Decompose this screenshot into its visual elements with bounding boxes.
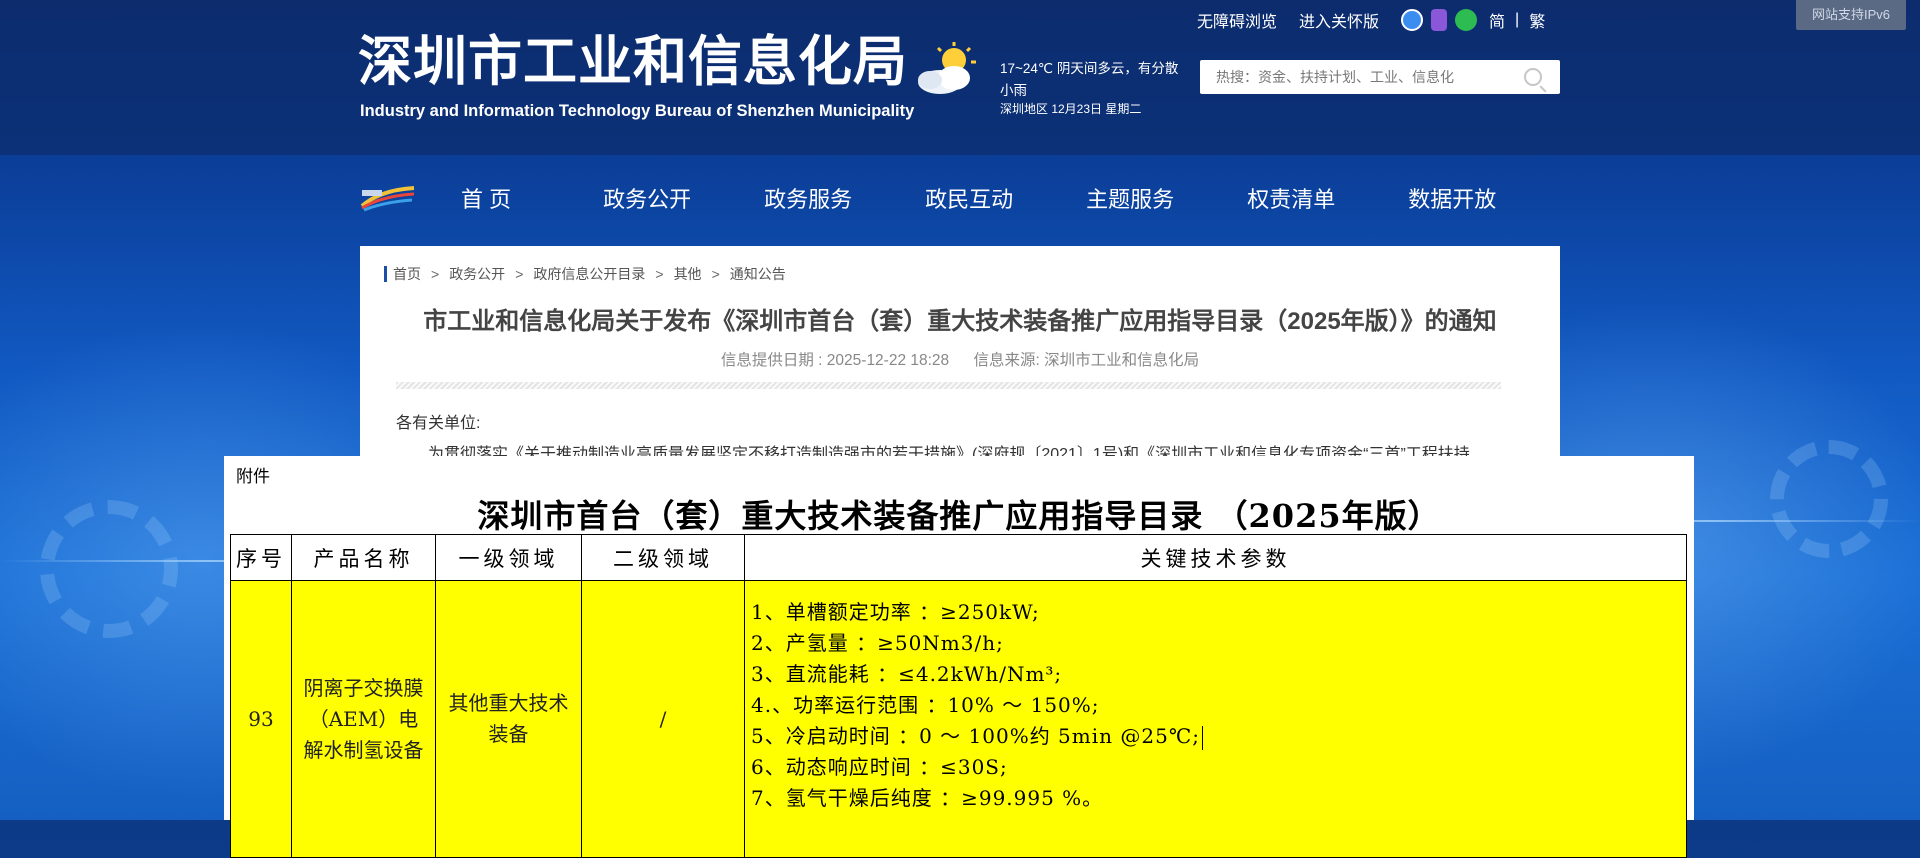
article-greeting: 各有关单位: [396,415,481,432]
breadcrumb-separator: > [431,266,440,282]
cloudy-sun-icon [918,42,976,94]
article-source: 信息来源: 深圳市工业和信息化局 [973,352,1200,369]
nav-home[interactable]: 首 页 [461,182,511,214]
param-line: 6、动态响应时间 ：≤30S; [751,755,1008,779]
attachment-document: 附件 深圳市首台（套）重大技术装备推广应用指导目录 （2025年版） 序号 产品… [224,456,1694,858]
nav-open-data[interactable]: 数据开放 [1408,182,1496,214]
cell-level1: 其他重大技术装备 [435,580,582,858]
column-header-level2: 二级领域 [581,534,745,581]
param-text: 5、冷启动时间 ：0 ～ 100%约 5min @25℃; [751,724,1200,748]
nav-government-services[interactable]: 政务服务 [764,182,852,214]
article-panel: 首页 > 政务公开 > 政府信息公开目录 > 其他 > 通知公告 市工业和信息化… [360,246,1560,466]
site-header: 网站支持IPv6 无障碍浏览 进入关怀版 简 | 繁 深圳市工业和信息化局 In… [0,0,1920,155]
param-line: 2、产氢量 ：≥50Nm3/h; [751,631,1004,655]
weather-date: 深圳地区 12月23日 星期二 [1000,102,1142,116]
top-links: 无障碍浏览 进入关怀版 简 | 繁 [1197,8,1545,32]
breadcrumb-separator: > [655,266,664,282]
weather-text: 17~24℃ 阴天间多云，有分散 [1000,61,1179,76]
title-divider [396,382,1501,389]
column-header-params: 关键技术参数 [744,534,1687,581]
cell-params[interactable]: 1、单槽额定功率 ：≥250kW; 2、产氢量 ：≥50Nm3/h; 3、直流能… [744,580,1687,858]
wechat-icon[interactable] [1455,9,1478,31]
lang-simplified[interactable]: 简 [1489,8,1505,32]
param-line: 7、氢气干燥后纯度 ：≥99.995 %。 [751,786,1104,810]
param-line: 3、直流能耗 ：≤4.2kWh/Nm³; [751,662,1063,686]
column-header-level1: 一级领域 [435,534,582,581]
nav-theme-services[interactable]: 主题服务 [1086,182,1174,214]
cell-index: 93 [230,580,292,858]
article-meta: 信息提供日期 : 2025-12-22 18:28 信息来源: 深圳市工业和信息… [360,348,1560,370]
breadcrumb-separator: > [515,266,524,282]
cell-product: 阴离子交换膜（AEM）电解水制氢设备 [291,580,436,858]
search-box [1200,60,1560,94]
nav-public-interaction[interactable]: 政民互动 [925,182,1013,214]
table-row: 93 阴离子交换膜（AEM）电解水制氢设备 其他重大技术装备 / 1、单槽额定功… [230,580,1687,858]
nav-power-list[interactable]: 权责清单 [1247,182,1335,214]
nav-government-affairs[interactable]: 政务公开 [603,182,691,214]
main-nav: 首 页 政务公开 政务服务 政民互动 主题服务 权责清单 数据开放 [360,172,1560,224]
search-icon[interactable] [1524,68,1542,86]
article-date: 信息提供日期 : 2025-12-22 18:28 [720,352,950,369]
cell-level2: / [581,580,745,858]
search-input[interactable] [1200,60,1506,94]
param-line: 1、单槽额定功率 ：≥250kW; [751,600,1040,624]
site-logo-icon[interactable] [360,184,416,212]
param-line: 4.、功率运行范围 ：10% ～ 150%; [751,693,1100,717]
breadcrumb-separator: > [711,266,720,282]
accessibility-link[interactable]: 无障碍浏览 [1197,8,1277,32]
catalog-table: 序号 产品名称 一级领域 二级领域 关键技术参数 93 阴离子交换膜（AEM）电… [230,534,1687,858]
breadcrumb-disclosure-catalog[interactable]: 政府信息公开目录 [533,264,645,284]
column-header-product: 产品名称 [291,534,436,581]
breadcrumb-notices[interactable]: 通知公告 [730,264,786,284]
ipv6-badge: 网站支持IPv6 [1796,0,1906,30]
breadcrumb-government-affairs[interactable]: 政务公开 [449,264,505,284]
table-header-row: 序号 产品名称 一级领域 二级领域 关键技术参数 [230,534,1687,581]
column-header-index: 序号 [230,534,292,581]
mobile-icon[interactable] [1431,9,1448,31]
site-title[interactable]: 深圳市工业和信息化局 [358,30,908,94]
attachment-title: 深圳市首台（套）重大技术装备推广应用指导目录 （2025年版） [477,497,1441,535]
weather-text-cont: 小雨 [1000,83,1027,98]
breadcrumb-other[interactable]: 其他 [674,264,702,284]
param-line-with-cursor: 5、冷启动时间 ：0 ～ 100%约 5min @25℃; [751,721,1686,752]
care-mode-link[interactable]: 进入关怀版 [1299,8,1379,32]
text-cursor [1201,725,1204,750]
robot-icon[interactable] [1401,9,1424,31]
article-title: 市工业和信息化局关于发布《深圳市首台（套）重大技术装备推广应用指导目录（2025… [423,308,1497,335]
breadcrumb-home[interactable]: 首页 [393,264,421,284]
breadcrumb: 首页 > 政务公开 > 政府信息公开目录 > 其他 > 通知公告 [384,264,786,284]
lang-traditional[interactable]: 繁 [1529,8,1545,32]
breadcrumb-marker [384,266,387,282]
lang-separator: | [1515,11,1520,28]
site-subtitle: Industry and Information Technology Bure… [360,102,915,120]
attachment-label: 附件 [236,467,270,487]
